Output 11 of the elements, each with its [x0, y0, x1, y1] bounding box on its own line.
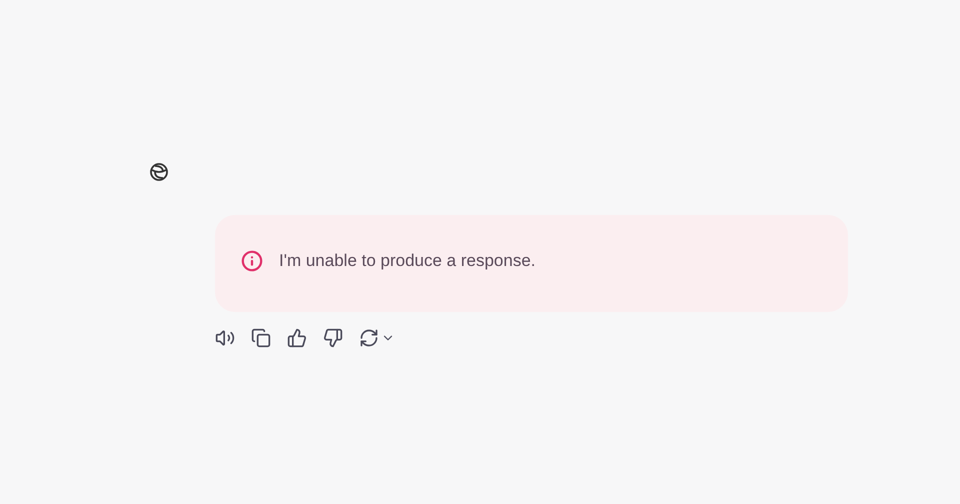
- copy-icon: [251, 328, 271, 348]
- thumbs-down-icon: [323, 328, 343, 348]
- thumbs-up-button[interactable]: [285, 326, 309, 350]
- message-text: I'm unable to produce a response.: [279, 250, 536, 270]
- info-icon: [241, 250, 263, 272]
- logo-icon: [147, 160, 171, 184]
- speaker-icon: [215, 328, 235, 348]
- thumbs-up-icon: [287, 328, 307, 348]
- thumbs-down-button[interactable]: [321, 326, 345, 350]
- refresh-icon: [359, 328, 379, 348]
- copy-button[interactable]: [249, 326, 273, 350]
